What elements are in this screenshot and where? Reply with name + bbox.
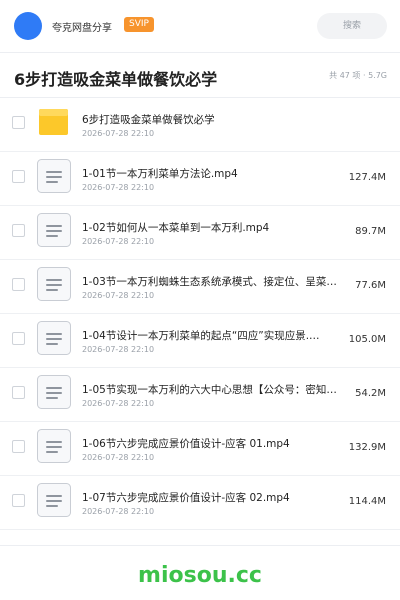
document-icon xyxy=(37,483,71,517)
file-row[interactable]: 1-04节设计一本万利菜单的起点“四应”实现应景.… 2026-07-28 22:… xyxy=(0,314,400,368)
folder-row[interactable]: 6步打造吸金菜单做餐饮必学 2026-07-28 22:10 xyxy=(0,98,400,152)
folder-meta: 共 47 项 · 5.7G xyxy=(329,71,387,80)
file-list: 6步打造吸金菜单做餐饮必学 2026-07-28 22:10 1-01节一本万利菜单… xyxy=(0,98,400,530)
file-row[interactable]: 1-01节一本万利菜单方法论.mp4 2026-07-28 22:10 127.4M xyxy=(0,152,400,206)
document-icon xyxy=(37,267,71,301)
row-checkbox[interactable] xyxy=(12,332,25,345)
file-size: 127.4M xyxy=(348,172,386,183)
file-name[interactable]: 1-05节实现一本万利的六大中心思想【公众号：密知… xyxy=(82,382,348,397)
row-checkbox[interactable] xyxy=(12,494,25,507)
file-name[interactable]: 6步打造吸金菜单做餐饮必学 xyxy=(82,112,348,127)
svip-badge: SVIP xyxy=(124,17,154,32)
file-date: 2026-07-28 22:10 xyxy=(82,129,155,138)
file-name[interactable]: 1-06节六步完成应景价值设计-应客 01.mp4 xyxy=(82,436,348,451)
document-icon xyxy=(37,159,71,193)
row-checkbox[interactable] xyxy=(12,386,25,399)
folder-title-row: 6步打造吸金菜单做餐饮必学 共 47 项 · 5.7G xyxy=(0,53,400,97)
document-icon xyxy=(37,429,71,463)
row-divider xyxy=(0,529,400,530)
file-size: 132.9M xyxy=(348,442,386,453)
file-size: 105.0M xyxy=(348,334,386,345)
file-date: 2026-07-28 22:10 xyxy=(82,399,155,408)
file-size: 77.6M xyxy=(355,280,386,291)
folder-icon xyxy=(39,109,68,135)
file-name[interactable]: 1-04节设计一本万利菜单的起点“四应”实现应景.… xyxy=(82,328,348,343)
file-row[interactable]: 1-03节一本万利蜘蛛生态系统承模式、接定位、呈菜… 2026-07-28 22:… xyxy=(0,260,400,314)
search-input[interactable]: 搜索 xyxy=(317,13,387,39)
page-title: 6步打造吸金菜单做餐饮必学 xyxy=(14,70,218,89)
row-checkbox[interactable] xyxy=(12,440,25,453)
user-name[interactable]: 夸克网盘分享 xyxy=(52,19,112,34)
file-date: 2026-07-28 22:10 xyxy=(82,345,155,354)
file-row[interactable]: 1-06节六步完成应景价值设计-应客 01.mp4 2026-07-28 22:1… xyxy=(0,422,400,476)
file-date: 2026-07-28 22:10 xyxy=(82,237,155,246)
file-name[interactable]: 1-01节一本万利菜单方法论.mp4 xyxy=(82,166,348,181)
header: 夸克网盘分享 SVIP 搜索 xyxy=(0,0,400,52)
document-icon xyxy=(37,321,71,355)
avatar[interactable] xyxy=(14,12,42,40)
file-row[interactable]: 1-02节如何从一本菜单到一本万利.mp4 2026-07-28 22:10 89.… xyxy=(0,206,400,260)
file-date: 2026-07-28 22:10 xyxy=(82,507,155,516)
row-checkbox[interactable] xyxy=(12,224,25,237)
file-size: 54.2M xyxy=(355,388,386,399)
watermark: miosou.cc xyxy=(138,563,262,588)
file-name[interactable]: 1-03节一本万利蜘蛛生态系统承模式、接定位、呈菜… xyxy=(82,274,348,289)
file-size: 114.4M xyxy=(348,496,386,507)
file-size: 89.7M xyxy=(355,226,386,237)
file-date: 2026-07-28 22:10 xyxy=(82,291,155,300)
row-checkbox[interactable] xyxy=(12,116,25,129)
file-row[interactable]: 1-07节六步完成应景价值设计-应客 02.mp4 2026-07-28 22:1… xyxy=(0,476,400,530)
file-date: 2026-07-28 22:10 xyxy=(82,183,155,192)
document-icon xyxy=(37,375,71,409)
file-name[interactable]: 1-02节如何从一本菜单到一本万利.mp4 xyxy=(82,220,348,235)
file-date: 2026-07-28 22:10 xyxy=(82,453,155,462)
file-row[interactable]: 1-05节实现一本万利的六大中心思想【公众号：密知… 2026-07-28 22:… xyxy=(0,368,400,422)
file-name[interactable]: 1-07节六步完成应景价值设计-应客 02.mp4 xyxy=(82,490,348,505)
document-icon xyxy=(37,213,71,247)
row-checkbox[interactable] xyxy=(12,170,25,183)
row-checkbox[interactable] xyxy=(12,278,25,291)
list-end-divider xyxy=(0,545,400,546)
